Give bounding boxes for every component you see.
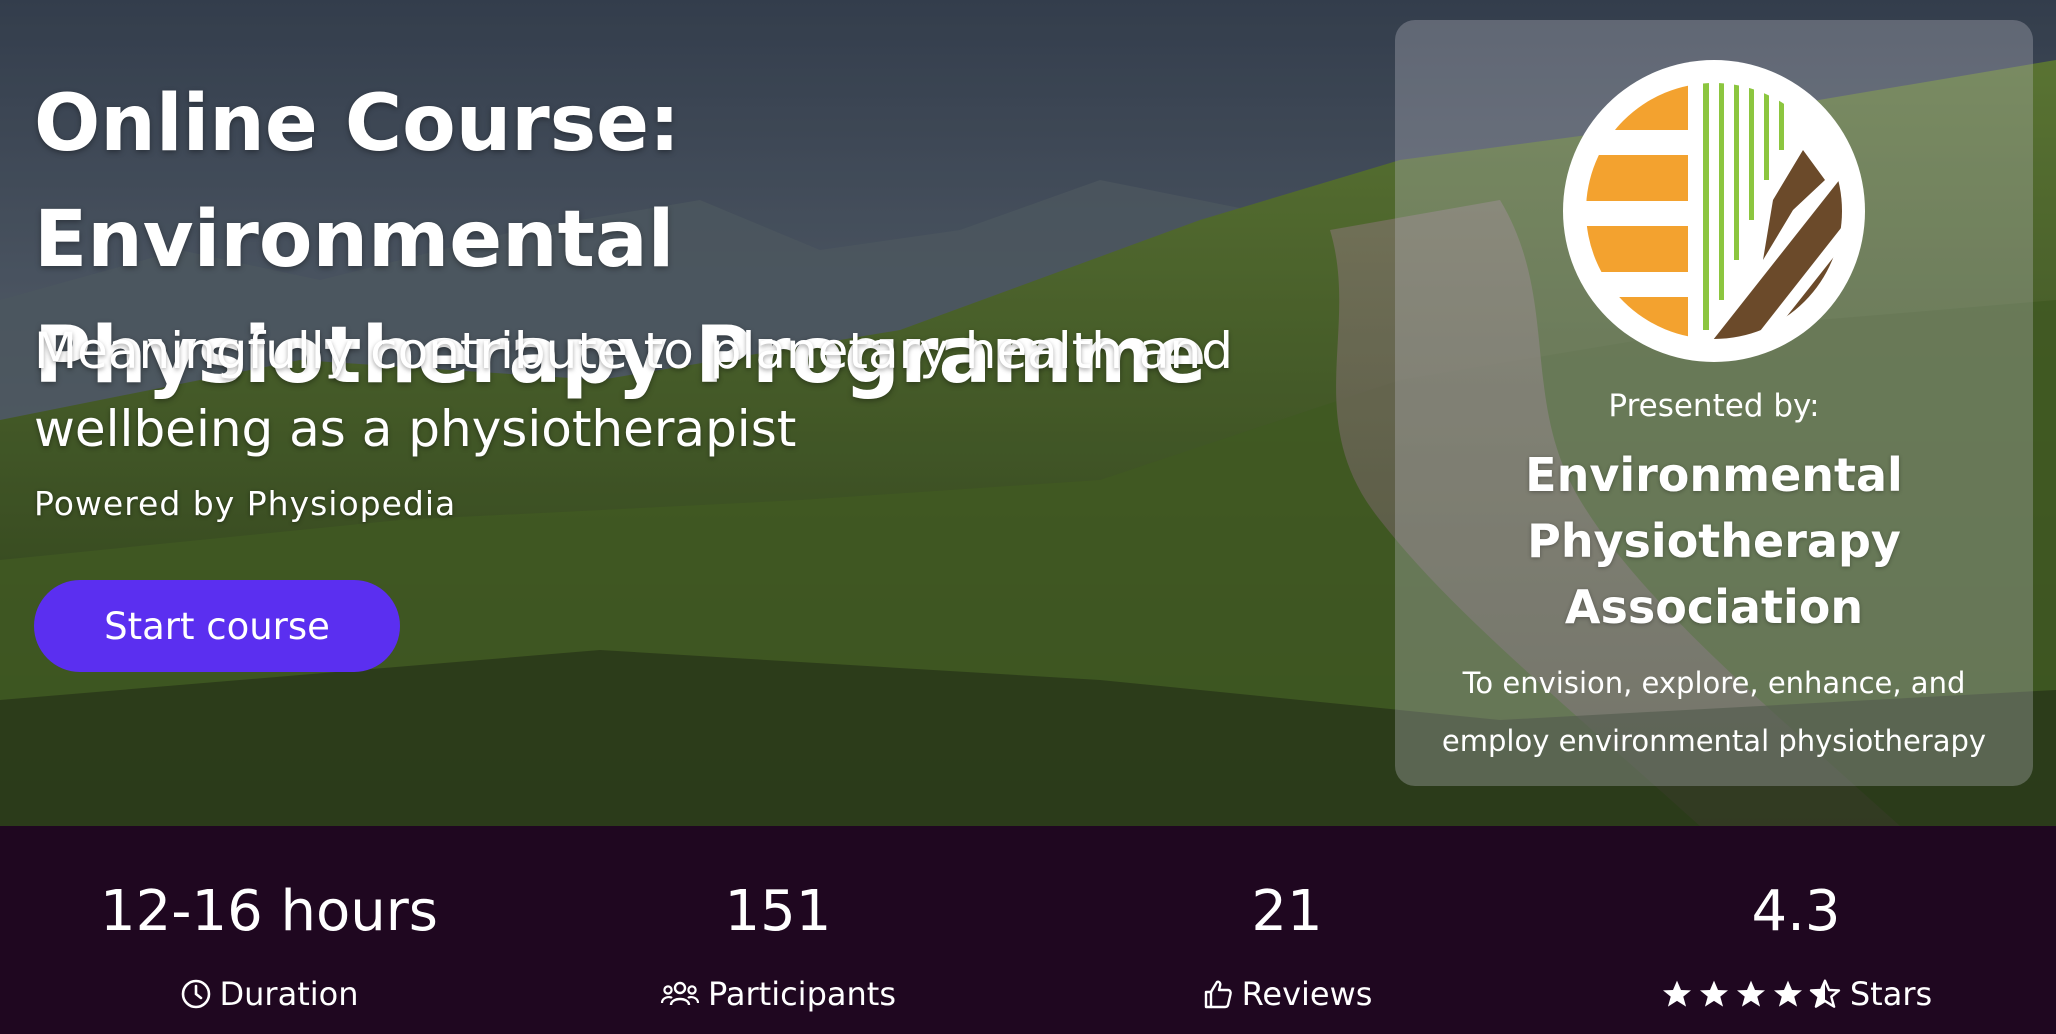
rating-value: 4.3 — [1751, 879, 1841, 944]
organization-logo — [1563, 60, 1865, 362]
star-full-icon — [1699, 980, 1728, 1007]
organization-name: Environmental Physiotherapy Association — [1525, 448, 1903, 634]
reviews-label-row: Reviews — [1037, 972, 1537, 1016]
participants-value: 151 — [724, 879, 832, 944]
star-full-icon — [1662, 980, 1691, 1007]
thumbs-up-icon — [1204, 980, 1232, 1009]
participants-label: Participants — [708, 975, 896, 1013]
star-full-icon — [1773, 980, 1802, 1007]
organization-tagline: To envision, explore, enhance, and emplo… — [1441, 666, 1987, 758]
powered-by-text: Powered by Physiopedia — [34, 484, 457, 523]
stat-participants: 151 Participants — [528, 826, 1028, 1034]
course-hero: Online Course: Environmental Physiothera… — [0, 0, 2056, 826]
stat-reviews: 21 Reviews — [1037, 826, 1537, 1034]
star-rating-icon — [1660, 978, 1842, 1010]
start-course-button[interactable]: Start course — [34, 580, 400, 672]
duration-label: Duration — [219, 975, 359, 1013]
reviews-value: 21 — [1251, 879, 1323, 944]
presented-by-label: Presented by: — [1608, 388, 1820, 424]
stat-rating: 4.3 Stars — [1546, 826, 2046, 1034]
course-subtitle: Meaningfully contribute to planetary hea… — [34, 322, 1233, 458]
star-full-icon — [1736, 980, 1765, 1007]
star-half-icon — [1809, 979, 1841, 1008]
participants-label-row: Participants — [528, 972, 1028, 1016]
stat-duration: 12-16 hours Duration — [19, 826, 519, 1034]
users-icon — [660, 981, 700, 1006]
rating-label: Stars — [1849, 975, 1933, 1013]
clock-icon — [181, 979, 210, 1009]
presenter-card: Presented by: Environmental Physiotherap… — [1395, 20, 2033, 786]
duration-label-row: Duration — [19, 972, 519, 1016]
rating-label-row: Stars — [1546, 972, 2046, 1016]
duration-value: 12-16 hours — [100, 879, 438, 944]
reviews-label: Reviews — [1241, 975, 1373, 1013]
course-stats-bar: 12-16 hours Duration 151 Participants 21 — [0, 826, 2056, 1034]
